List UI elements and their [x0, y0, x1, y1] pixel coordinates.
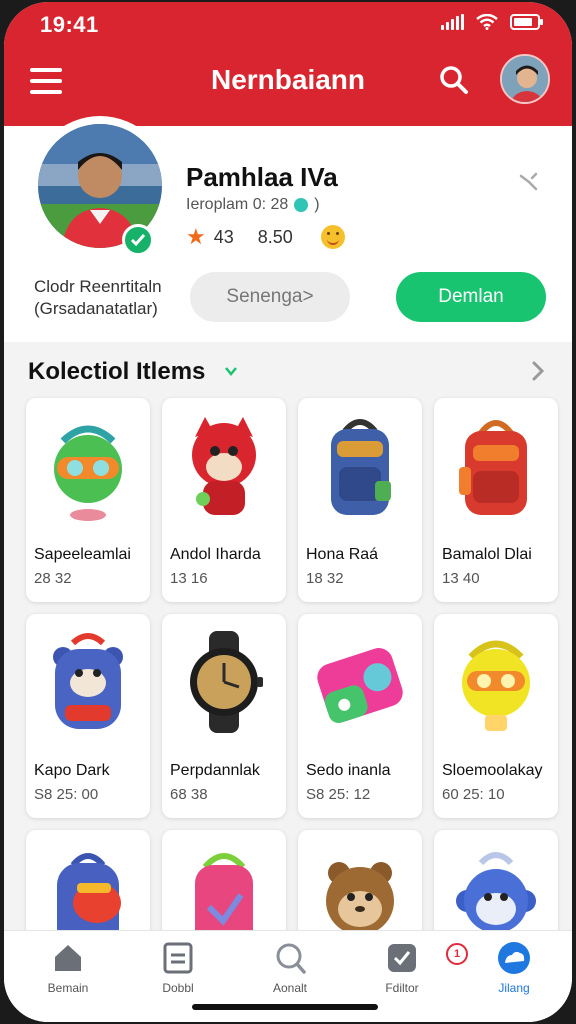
phone-screen: 19:41 Nernbaiann Pamhlaa IVa Ieroplam 0:… [4, 2, 572, 1022]
profile-caption: Clodr Reenrtitaln (Grsadanatatlar) [34, 276, 162, 320]
nav-label: Bemain [47, 981, 89, 995]
nav-label: Fdiltor [385, 981, 419, 995]
item-meta: 18 32 [306, 570, 344, 587]
bottom-nav: Bemain Dobbl Aonalt Fdiltor 1 Jilang [4, 930, 572, 1022]
nav-item-document[interactable]: Dobbl [128, 941, 228, 1005]
blue-backpack-icon [308, 404, 412, 528]
item-meta: S8 25: 00 [34, 786, 99, 803]
profile-caption-line1: Clodr Reenrtitaln [34, 277, 162, 296]
chevron-down-icon[interactable] [224, 364, 238, 378]
item-meta: 13 40 [442, 570, 480, 587]
profile-stats: ★ 43 8.50 [186, 224, 345, 250]
nav-label: Dobbl [162, 981, 194, 995]
collection-item[interactable]: Sapeeleamlai 28 32 [26, 398, 150, 602]
check-icon [385, 941, 419, 975]
collection-item[interactable]: Andol Iharda 13 16 [162, 398, 286, 602]
item-name: Bamalol Dlai [442, 546, 532, 563]
smile-emoji-icon [320, 225, 345, 249]
profile-subtitle-text: Ieroplam 0: 28 [186, 196, 289, 213]
nav-item-home[interactable]: Bemain [18, 941, 118, 1005]
profile-score: 8.50 [257, 226, 293, 247]
collection-item[interactable]: Sedo inanla S8 25: 12 [298, 614, 422, 818]
item-meta: 28 32 [34, 570, 72, 587]
pink-device-icon [308, 620, 412, 744]
search-icon[interactable] [436, 62, 472, 98]
status-bar: 19:41 [4, 2, 572, 46]
wifi-icon [476, 14, 498, 30]
profile-caption-line2: (Grsadanatatlar) [34, 299, 158, 318]
collection-item[interactable]: Hona Raá 18 32 [298, 398, 422, 602]
green-toy-icon [36, 404, 140, 528]
item-name: Kapo Dark [34, 762, 110, 779]
blue-bear-backpack-icon [36, 620, 140, 744]
status-time: 19:41 [40, 12, 99, 37]
item-meta: S8 25: 12 [306, 786, 371, 803]
header: 19:41 Nernbaiann [4, 2, 572, 126]
cloud-icon [497, 941, 531, 975]
star-icon: ★ [186, 224, 206, 249]
secondary-button[interactable]: Senenga> [190, 272, 350, 322]
watch-icon [172, 620, 276, 744]
nav-label: Jilang [498, 981, 530, 995]
red-creature-icon [172, 404, 276, 528]
profile-card: Pamhlaa IVa Ieroplam 0: 28 ) ★ 43 8.50 C… [4, 116, 572, 342]
item-meta: 13 16 [170, 570, 208, 587]
item-name: Hona Raá [306, 546, 379, 563]
document-icon [161, 941, 195, 975]
verified-badge-icon [122, 224, 154, 256]
collection-item[interactable]: Bamalol Dlai 13 40 [434, 398, 558, 602]
status-icons [441, 14, 544, 30]
home-indicator [192, 1004, 378, 1010]
avatar[interactable] [500, 54, 550, 104]
page-title: Nernbaiann [210, 64, 366, 95]
profile-subtitle-suffix: ) [314, 196, 320, 213]
app-bar: Nernbaiann [4, 46, 572, 126]
item-name: Perpdannlak [170, 762, 260, 779]
signal-icon [441, 14, 464, 30]
item-meta: 68 38 [170, 786, 208, 803]
item-name: Andol Iharda [170, 546, 261, 563]
yellow-toy-icon [444, 620, 548, 744]
status-dot-icon [294, 198, 309, 212]
collection-item[interactable]: Perpdannlak 68 38 [162, 614, 286, 818]
collection-item[interactable]: Kapo Dark S8 25: 00 [26, 614, 150, 818]
collection-item[interactable]: Sloemoolakay 60 25: 10 [434, 614, 558, 818]
chevron-right-icon[interactable] [528, 358, 548, 384]
search-icon [273, 941, 307, 975]
share-icon[interactable] [516, 168, 542, 194]
collection-header: Kolectiol Itlems [4, 342, 572, 398]
item-meta: 60 25: 10 [442, 786, 505, 803]
primary-button[interactable]: Demlan [396, 272, 546, 322]
battery-icon [510, 14, 544, 30]
item-name: Sloemoolakay [442, 762, 543, 779]
nav-item-cloud[interactable]: Jilang [464, 941, 564, 1005]
profile-subtitle: Ieroplam 0: 28 ) [186, 196, 320, 214]
home-icon [51, 941, 85, 975]
nav-item-search[interactable]: Aonalt [240, 941, 340, 1005]
red-backpack-icon [444, 404, 548, 528]
item-name: Sapeeleamlai [34, 546, 131, 563]
nav-label: Aonalt [272, 981, 308, 995]
nav-item-editor[interactable]: Fdiltor [352, 941, 452, 1005]
profile-name: Pamhlaa IVa [186, 162, 338, 192]
item-name: Sedo inanla [306, 762, 391, 779]
collection-title: Kolectiol Itlems [28, 358, 206, 385]
profile-rating: 43 [213, 226, 234, 247]
